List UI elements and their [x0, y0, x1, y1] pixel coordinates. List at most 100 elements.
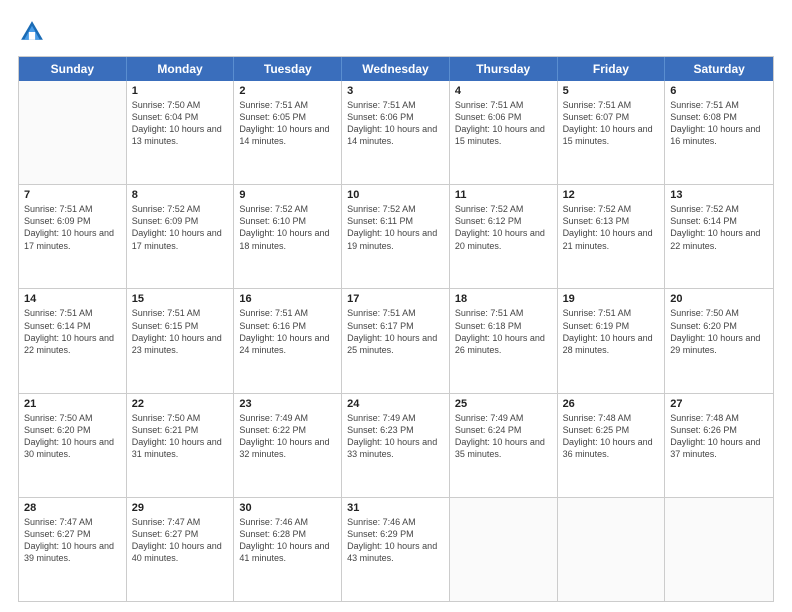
- day-number: 16: [239, 293, 336, 305]
- day-number: 19: [563, 293, 660, 305]
- day-number: 12: [563, 189, 660, 201]
- calendar-cell: 31 Sunrise: 7:46 AM Sunset: 6:29 PM Dayli…: [342, 498, 450, 601]
- calendar-cell: 7 Sunrise: 7:51 AM Sunset: 6:09 PM Daylig…: [19, 185, 127, 288]
- weekday-header: Monday: [127, 57, 235, 81]
- calendar-cell: 11 Sunrise: 7:52 AM Sunset: 6:12 PM Dayli…: [450, 185, 558, 288]
- weekday-header: Friday: [558, 57, 666, 81]
- calendar-cell: 1 Sunrise: 7:50 AM Sunset: 6:04 PM Daylig…: [127, 81, 235, 184]
- calendar-cell: 12 Sunrise: 7:52 AM Sunset: 6:13 PM Dayli…: [558, 185, 666, 288]
- cell-sun-info: Sunrise: 7:50 AM Sunset: 6:04 PM Dayligh…: [132, 99, 229, 148]
- day-number: 13: [670, 189, 768, 201]
- cell-sun-info: Sunrise: 7:50 AM Sunset: 6:20 PM Dayligh…: [670, 307, 768, 356]
- day-number: 18: [455, 293, 552, 305]
- day-number: 24: [347, 398, 444, 410]
- calendar-cell: 10 Sunrise: 7:52 AM Sunset: 6:11 PM Dayli…: [342, 185, 450, 288]
- calendar-cell: 20 Sunrise: 7:50 AM Sunset: 6:20 PM Dayli…: [665, 289, 773, 392]
- cell-sun-info: Sunrise: 7:51 AM Sunset: 6:17 PM Dayligh…: [347, 307, 444, 356]
- calendar-cell: [19, 81, 127, 184]
- logo: [18, 18, 50, 46]
- calendar-row: 14Sunrise: 7:51 AM Sunset: 6:14 PM Dayli…: [19, 288, 773, 392]
- calendar-row: 7 Sunrise: 7:51 AM Sunset: 6:09 PM Daylig…: [19, 184, 773, 288]
- cell-sun-info: Sunrise: 7:52 AM Sunset: 6:12 PM Dayligh…: [455, 203, 552, 252]
- cell-sun-info: Sunrise: 7:49 AM Sunset: 6:24 PM Dayligh…: [455, 412, 552, 461]
- calendar-cell: 23 Sunrise: 7:49 AM Sunset: 6:22 PM Dayli…: [234, 394, 342, 497]
- day-number: 25: [455, 398, 552, 410]
- day-number: 21: [24, 398, 121, 410]
- cell-sun-info: Sunrise: 7:48 AM Sunset: 6:25 PM Dayligh…: [563, 412, 660, 461]
- day-number: 20: [670, 293, 768, 305]
- calendar-cell: 17 Sunrise: 7:51 AM Sunset: 6:17 PM Dayli…: [342, 289, 450, 392]
- day-number: 27: [670, 398, 768, 410]
- day-number: 11: [455, 189, 552, 201]
- day-number: 10: [347, 189, 444, 201]
- cell-sun-info: Sunrise: 7:51 AM Sunset: 6:06 PM Dayligh…: [455, 99, 552, 148]
- cell-sun-info: Sunrise: 7:52 AM Sunset: 6:09 PM Dayligh…: [132, 203, 229, 252]
- cell-sun-info: Sunrise: 7:52 AM Sunset: 6:14 PM Dayligh…: [670, 203, 768, 252]
- calendar-cell: 16 Sunrise: 7:51 AM Sunset: 6:16 PM Dayli…: [234, 289, 342, 392]
- calendar-cell: 3 Sunrise: 7:51 AM Sunset: 6:06 PM Daylig…: [342, 81, 450, 184]
- page: SundayMondayTuesdayWednesdayThursdayFrid…: [0, 0, 792, 612]
- calendar-cell: 8 Sunrise: 7:52 AM Sunset: 6:09 PM Daylig…: [127, 185, 235, 288]
- calendar-row: 1 Sunrise: 7:50 AM Sunset: 6:04 PM Daylig…: [19, 81, 773, 184]
- cell-sun-info: Sunrise: 7:51 AM Sunset: 6:09 PM Dayligh…: [24, 203, 121, 252]
- day-number: 23: [239, 398, 336, 410]
- calendar-cell: 6Sunrise: 7:51 AM Sunset: 6:08 PM Daylig…: [665, 81, 773, 184]
- calendar-cell: 15 Sunrise: 7:51 AM Sunset: 6:15 PM Dayli…: [127, 289, 235, 392]
- day-number: 8: [132, 189, 229, 201]
- calendar-cell: 25 Sunrise: 7:49 AM Sunset: 6:24 PM Dayli…: [450, 394, 558, 497]
- cell-sun-info: Sunrise: 7:47 AM Sunset: 6:27 PM Dayligh…: [132, 516, 229, 565]
- day-number: 1: [132, 85, 229, 97]
- cell-sun-info: Sunrise: 7:49 AM Sunset: 6:22 PM Dayligh…: [239, 412, 336, 461]
- cell-sun-info: Sunrise: 7:49 AM Sunset: 6:23 PM Dayligh…: [347, 412, 444, 461]
- day-number: 29: [132, 502, 229, 514]
- weekday-header: Sunday: [19, 57, 127, 81]
- calendar: SundayMondayTuesdayWednesdayThursdayFrid…: [18, 56, 774, 602]
- calendar-cell: 28Sunrise: 7:47 AM Sunset: 6:27 PM Dayli…: [19, 498, 127, 601]
- day-number: 4: [455, 85, 552, 97]
- cell-sun-info: Sunrise: 7:51 AM Sunset: 6:18 PM Dayligh…: [455, 307, 552, 356]
- calendar-body: 1 Sunrise: 7:50 AM Sunset: 6:04 PM Daylig…: [19, 81, 773, 601]
- cell-sun-info: Sunrise: 7:50 AM Sunset: 6:21 PM Dayligh…: [132, 412, 229, 461]
- calendar-cell: 29 Sunrise: 7:47 AM Sunset: 6:27 PM Dayli…: [127, 498, 235, 601]
- cell-sun-info: Sunrise: 7:52 AM Sunset: 6:13 PM Dayligh…: [563, 203, 660, 252]
- day-number: 17: [347, 293, 444, 305]
- day-number: 2: [239, 85, 336, 97]
- calendar-cell: [450, 498, 558, 601]
- calendar-cell: 14Sunrise: 7:51 AM Sunset: 6:14 PM Dayli…: [19, 289, 127, 392]
- calendar-cell: 26 Sunrise: 7:48 AM Sunset: 6:25 PM Dayli…: [558, 394, 666, 497]
- day-number: 7: [24, 189, 121, 201]
- day-number: 31: [347, 502, 444, 514]
- cell-sun-info: Sunrise: 7:51 AM Sunset: 6:06 PM Dayligh…: [347, 99, 444, 148]
- cell-sun-info: Sunrise: 7:46 AM Sunset: 6:29 PM Dayligh…: [347, 516, 444, 565]
- day-number: 26: [563, 398, 660, 410]
- day-number: 3: [347, 85, 444, 97]
- day-number: 28: [24, 502, 121, 514]
- header: [18, 18, 774, 46]
- day-number: 5: [563, 85, 660, 97]
- calendar-cell: 9Sunrise: 7:52 AM Sunset: 6:10 PM Daylig…: [234, 185, 342, 288]
- cell-sun-info: Sunrise: 7:51 AM Sunset: 6:05 PM Dayligh…: [239, 99, 336, 148]
- logo-icon: [18, 18, 46, 46]
- calendar-cell: [665, 498, 773, 601]
- calendar-cell: 5 Sunrise: 7:51 AM Sunset: 6:07 PM Daylig…: [558, 81, 666, 184]
- cell-sun-info: Sunrise: 7:51 AM Sunset: 6:07 PM Dayligh…: [563, 99, 660, 148]
- calendar-cell: 18 Sunrise: 7:51 AM Sunset: 6:18 PM Dayli…: [450, 289, 558, 392]
- day-number: 14: [24, 293, 121, 305]
- day-number: 6: [670, 85, 768, 97]
- cell-sun-info: Sunrise: 7:50 AM Sunset: 6:20 PM Dayligh…: [24, 412, 121, 461]
- day-number: 15: [132, 293, 229, 305]
- calendar-cell: 30Sunrise: 7:46 AM Sunset: 6:28 PM Dayli…: [234, 498, 342, 601]
- day-number: 22: [132, 398, 229, 410]
- weekday-header: Wednesday: [342, 57, 450, 81]
- calendar-row: 21 Sunrise: 7:50 AM Sunset: 6:20 PM Dayli…: [19, 393, 773, 497]
- calendar-cell: 21 Sunrise: 7:50 AM Sunset: 6:20 PM Dayli…: [19, 394, 127, 497]
- day-number: 30: [239, 502, 336, 514]
- calendar-cell: 19Sunrise: 7:51 AM Sunset: 6:19 PM Dayli…: [558, 289, 666, 392]
- cell-sun-info: Sunrise: 7:51 AM Sunset: 6:16 PM Dayligh…: [239, 307, 336, 356]
- weekday-header: Saturday: [665, 57, 773, 81]
- cell-sun-info: Sunrise: 7:52 AM Sunset: 6:10 PM Dayligh…: [239, 203, 336, 252]
- cell-sun-info: Sunrise: 7:51 AM Sunset: 6:15 PM Dayligh…: [132, 307, 229, 356]
- calendar-row: 28 Sunrise: 7:47 AM Sunset: 6:27 PM Dayli…: [19, 497, 773, 601]
- cell-sun-info: Sunrise: 7:52 AM Sunset: 6:11 PM Dayligh…: [347, 203, 444, 252]
- calendar-cell: 27Sunrise: 7:48 AM Sunset: 6:26 PM Dayli…: [665, 394, 773, 497]
